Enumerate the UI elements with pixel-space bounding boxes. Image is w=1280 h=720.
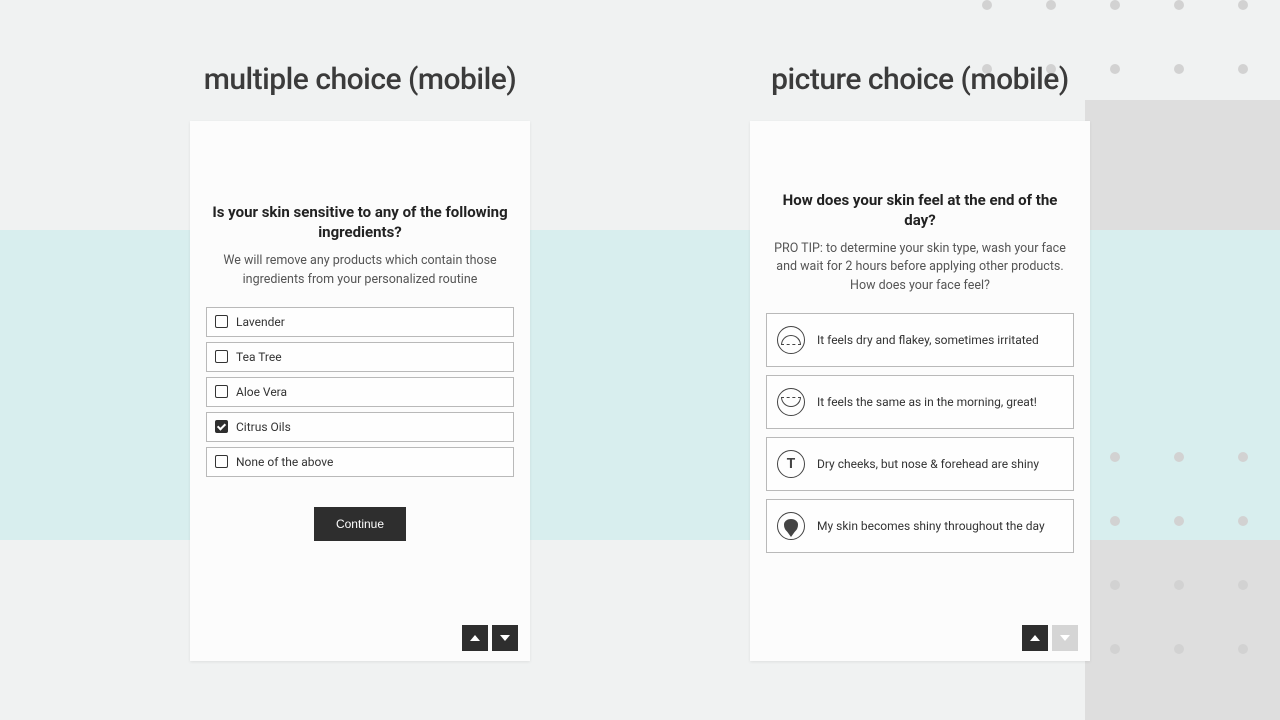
checkbox-icon: [215, 315, 228, 328]
option-label: None of the above: [236, 455, 333, 469]
prev-question-button[interactable]: [462, 625, 488, 651]
option-label: My skin becomes shiny throughout the day: [817, 519, 1045, 533]
dry-skin-icon: [777, 326, 805, 354]
option-label: Citrus Oils: [236, 420, 291, 434]
chevron-down-icon: [1060, 635, 1070, 641]
option-label: It feels dry and flakey, sometimes irrit…: [817, 333, 1039, 347]
prev-question-button[interactable]: [1022, 625, 1048, 651]
chevron-down-icon: [500, 635, 510, 641]
next-question-button[interactable]: [492, 625, 518, 651]
picture-option[interactable]: It feels dry and flakey, sometimes irrit…: [766, 313, 1074, 367]
checkbox-option[interactable]: None of the above: [206, 447, 514, 477]
picture-option[interactable]: My skin becomes shiny throughout the day: [766, 499, 1074, 553]
phone-mock-multiple-choice: Is your skin sensitive to any of the fol…: [190, 121, 530, 661]
section-title-picture-choice: picture choice (mobile): [771, 62, 1069, 97]
option-label: Tea Tree: [236, 350, 282, 364]
question-subtext: We will remove any products which contai…: [206, 252, 514, 288]
question-text: Is your skin sensitive to any of the fol…: [206, 203, 514, 242]
phone-mock-picture-choice: How does your skin feel at the end of th…: [750, 121, 1090, 661]
section-title-multiple-choice: multiple choice (mobile): [204, 62, 517, 97]
chevron-up-icon: [1030, 635, 1040, 641]
checkbox-icon: [215, 350, 228, 363]
next-question-button[interactable]: [1052, 625, 1078, 651]
checkbox-icon: [215, 455, 228, 468]
checkbox-option[interactable]: Tea Tree: [206, 342, 514, 372]
checkbox-option[interactable]: Aloe Vera: [206, 377, 514, 407]
combination-skin-icon: T: [777, 450, 805, 478]
option-label: Aloe Vera: [236, 385, 287, 399]
option-label: Dry cheeks, but nose & forehead are shin…: [817, 457, 1039, 471]
picture-option[interactable]: It feels the same as in the morning, gre…: [766, 375, 1074, 429]
question-text: How does your skin feel at the end of th…: [766, 191, 1074, 230]
continue-button[interactable]: Continue: [314, 507, 406, 541]
question-subtext: PRO TIP: to determine your skin type, wa…: [766, 240, 1074, 294]
checkbox-icon: [215, 420, 228, 433]
checkbox-option[interactable]: Citrus Oils: [206, 412, 514, 442]
checkbox-option[interactable]: Lavender: [206, 307, 514, 337]
checkbox-icon: [215, 385, 228, 398]
normal-skin-icon: [777, 388, 805, 416]
option-label: Lavender: [236, 315, 285, 329]
picture-option[interactable]: T Dry cheeks, but nose & forehead are shi…: [766, 437, 1074, 491]
oily-skin-icon: [777, 512, 805, 540]
option-label: It feels the same as in the morning, gre…: [817, 395, 1037, 409]
chevron-up-icon: [470, 635, 480, 641]
